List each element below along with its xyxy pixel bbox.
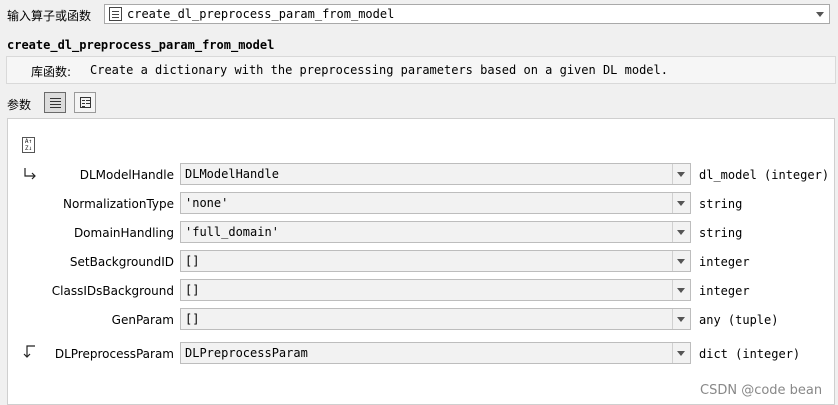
param-label: DomainHandling bbox=[73, 226, 174, 240]
param-type: dl_model (integer) bbox=[699, 168, 830, 182]
param-label: NormalizationType bbox=[63, 197, 174, 211]
operator-select[interactable]: create_dl_preprocess_param_from_model bbox=[104, 4, 830, 24]
operator-title: create_dl_preprocess_param_from_model bbox=[7, 38, 275, 52]
chevron-down-icon[interactable] bbox=[672, 164, 690, 184]
list-view-icon bbox=[50, 97, 61, 108]
param-type: string bbox=[699, 226, 743, 240]
param-value-combo[interactable]: [] bbox=[180, 250, 691, 272]
param-value-combo[interactable]: [] bbox=[180, 308, 691, 330]
sort-az-icon[interactable]: A↑ Z↓ bbox=[22, 137, 35, 153]
chevron-down-icon[interactable] bbox=[672, 343, 690, 363]
operator-input-label: 输入算子或函数 bbox=[7, 9, 92, 23]
param-value-combo[interactable]: DLPreprocessParam bbox=[180, 342, 691, 364]
param-value-combo[interactable]: 'none' bbox=[180, 192, 691, 214]
chevron-down-icon[interactable] bbox=[672, 251, 690, 271]
chevron-down-icon[interactable] bbox=[816, 12, 824, 17]
detail-view-button[interactable] bbox=[74, 92, 96, 113]
document-list-icon bbox=[109, 7, 122, 21]
param-type: string bbox=[699, 197, 743, 211]
param-type: integer bbox=[699, 255, 750, 269]
param-value: 'full_domain' bbox=[185, 225, 279, 239]
param-value: [] bbox=[185, 254, 200, 268]
chevron-down-icon[interactable] bbox=[672, 193, 690, 213]
param-type: dict (integer) bbox=[699, 347, 801, 361]
watermark: CSDN @code bean bbox=[700, 383, 823, 398]
detail-view-icon bbox=[80, 97, 91, 108]
param-value: DLPreprocessParam bbox=[185, 346, 308, 360]
chevron-down-icon[interactable] bbox=[672, 222, 690, 242]
params-label: 参数 bbox=[7, 98, 32, 112]
description-label: 库函数: bbox=[31, 65, 72, 79]
param-type: any (tuple) bbox=[699, 313, 779, 327]
operator-select-value: create_dl_preprocess_param_from_model bbox=[127, 7, 395, 21]
param-label: DLModelHandle bbox=[79, 168, 174, 182]
param-value: [] bbox=[185, 312, 200, 326]
param-value: [] bbox=[185, 283, 200, 297]
list-view-button[interactable] bbox=[44, 92, 66, 113]
operator-description-box: 库函数: Create a dictionary with the prepro… bbox=[6, 56, 836, 84]
param-label: GenParam bbox=[111, 313, 174, 327]
param-label: SetBackgroundID bbox=[69, 255, 174, 269]
param-value: 'none' bbox=[185, 196, 229, 210]
param-label: DLPreprocessParam bbox=[54, 347, 174, 361]
param-type: integer bbox=[699, 284, 750, 298]
description-text: Create a dictionary with the preprocessi… bbox=[90, 63, 668, 77]
chevron-down-icon[interactable] bbox=[672, 280, 690, 300]
param-label: ClassIDsBackground bbox=[51, 284, 174, 298]
param-value-combo[interactable]: 'full_domain' bbox=[180, 221, 691, 243]
param-value-combo[interactable]: DLModelHandle bbox=[180, 163, 691, 185]
param-value-combo[interactable]: [] bbox=[180, 279, 691, 301]
chevron-down-icon[interactable] bbox=[672, 309, 690, 329]
param-value: DLModelHandle bbox=[185, 167, 279, 181]
